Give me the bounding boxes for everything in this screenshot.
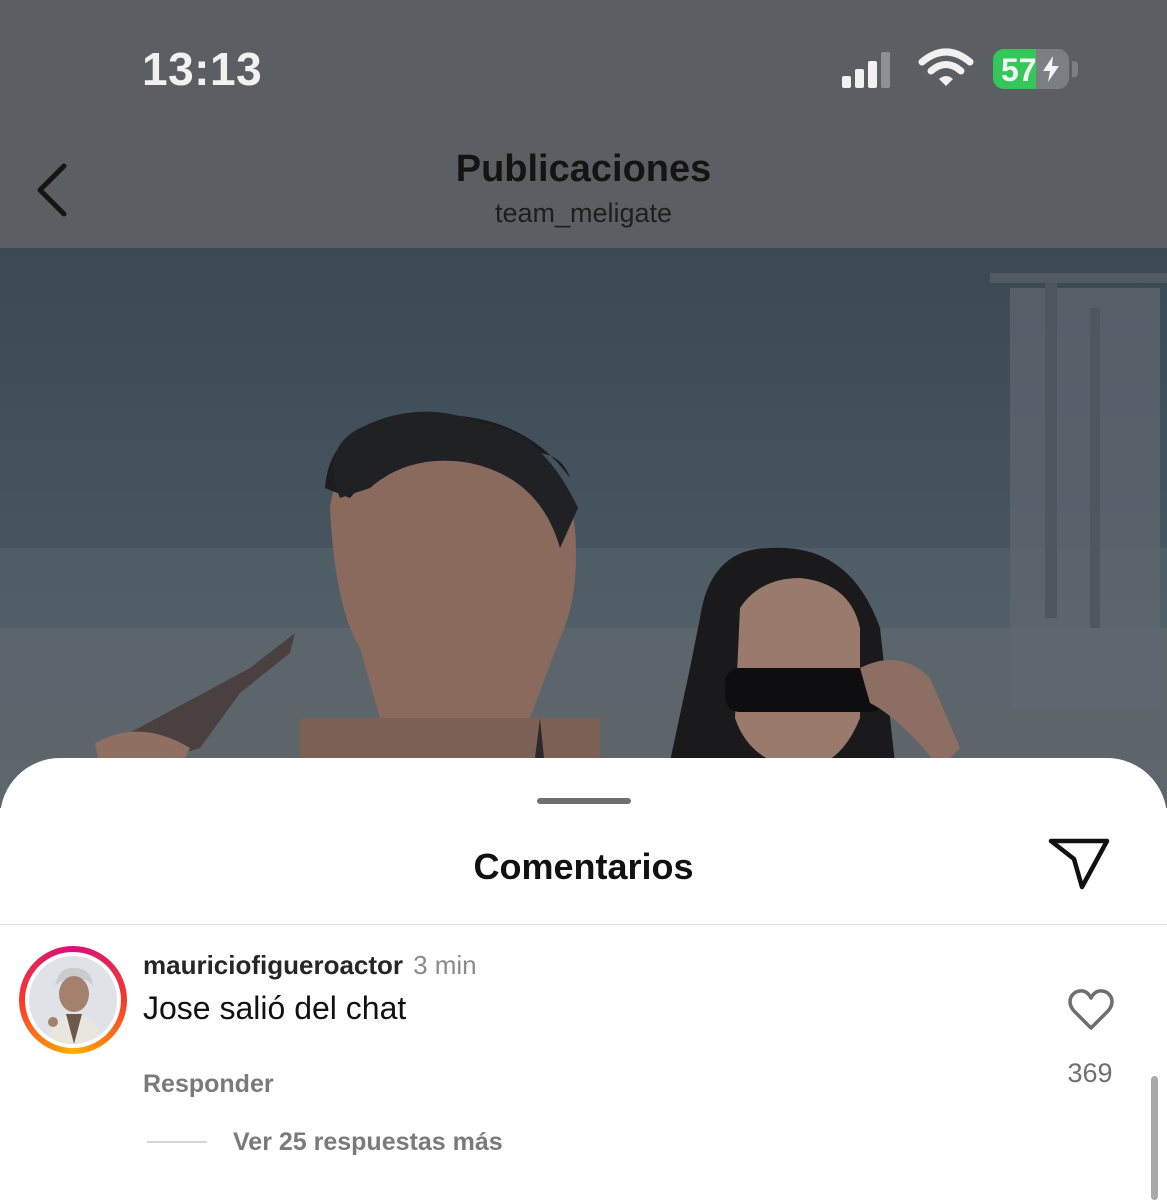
send-icon[interactable] [1046,836,1112,892]
reply-button[interactable]: Responder [143,1070,274,1099]
avatar-photo [29,956,117,1044]
signal-icon [842,52,890,88]
avatar-border [25,952,121,1048]
battery-icon: 57 [993,49,1069,89]
like-count: 369 [1067,1058,1113,1088]
comment-username-row: mauriciofigueroactor 3 min [143,950,477,981]
charging-bolt-icon [1043,56,1059,82]
comments-sheet: Comentarios mauriciofigueroactor 3 min J… [0,758,1167,1200]
posts-header: Publicaciones team_meligate [0,130,1167,248]
avatar[interactable] [19,946,127,1054]
sheet-divider [0,924,1167,925]
replies-indent-line [147,1141,207,1143]
status-time: 13:13 [142,43,263,95]
comment-timestamp: 3 min [413,950,477,980]
comment-text: Jose salió del chat [143,990,407,1026]
post-photo [0,248,1167,808]
sheet-title: Comentarios [473,846,694,887]
wifi-icon [918,48,974,86]
battery-nub [1072,61,1078,77]
comment-username[interactable]: mauriciofigueroactor [143,950,403,980]
scrollbar[interactable] [1151,1076,1158,1200]
page-title: Publicaciones [455,148,712,190]
avatar-illustration [29,956,117,1044]
status-bar: 13:13 57 [0,0,1167,130]
view-replies-button[interactable]: Ver 25 respuestas más [233,1128,503,1157]
post-photo-illustration [0,273,1167,808]
sheet-drag-handle[interactable] [537,798,631,804]
battery-percent: 57 [1001,52,1037,88]
heart-icon[interactable] [1068,988,1114,1032]
page-subtitle-username[interactable]: team_meligate [0,198,1167,229]
